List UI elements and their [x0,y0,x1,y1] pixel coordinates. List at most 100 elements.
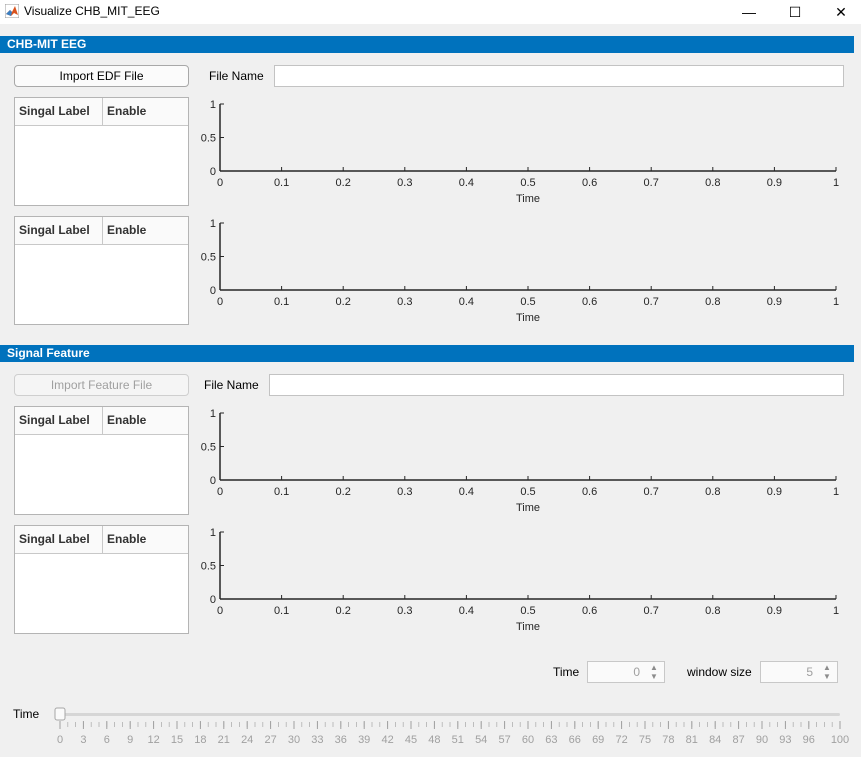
signal-table-2[interactable]: Singal Label Enable [14,216,189,325]
x-tick-label: 0.6 [582,177,597,189]
slider-tick-label: 78 [662,734,674,746]
slider-tick-label: 33 [311,734,323,746]
slider-thumb[interactable] [54,707,66,721]
slider-tick-label: 42 [381,734,393,746]
time-slider[interactable]: 0 3 6 9 12 15 18 21 24 27 30 33 36 39 42 45 48 51 54 57 60 63… [50,704,850,750]
y-tick-label: 0 [210,285,216,297]
slider-track [60,713,840,716]
slider-tick-label: 60 [522,734,534,746]
slider-tick-label: 84 [709,734,721,746]
x-tick-label: 0.4 [459,486,474,498]
x-tick-label: 0.1 [274,605,289,617]
x-tick-label: 0.7 [644,605,659,617]
x-tick-label: 0.6 [582,486,597,498]
file-name-label: File Name [204,378,259,392]
slider-tick-label: 75 [639,734,651,746]
slider-tick-label: 87 [732,734,744,746]
x-tick-label: 0.7 [644,296,659,308]
x-tick-label: 0.3 [397,486,412,498]
spinner-arrows-icon[interactable]: ▲ ▼ [648,663,660,682]
x-tick-label: 1 [833,296,839,308]
column-header-enable[interactable]: Enable [103,98,183,125]
x-tick-label: 1 [833,605,839,617]
x-tick-label: 0.1 [274,296,289,308]
x-tick-label: 0.8 [705,177,720,189]
minimize-icon: — [742,4,756,20]
y-tick-label: 0 [210,166,216,178]
import-edf-button[interactable]: Import EDF File [14,65,189,87]
x-tick-label: 0.7 [644,177,659,189]
x-tick-label: 0.8 [705,605,720,617]
slider-tick-label: 39 [358,734,370,746]
column-header-enable[interactable]: Enable [103,407,183,434]
column-header-signal-label[interactable]: Singal Label [15,526,103,553]
x-tick-label: 0.2 [336,177,351,189]
slider-tick-label: 51 [452,734,464,746]
x-tick-label: 0 [217,177,223,189]
axes-eeg-1[interactable]: 0 0.1 0.2 0.3 0.4 0.5 0.6 0.7 0.8 0.9 1 0 0.5 1 Time [190,96,850,211]
x-tick-label: 0.3 [397,605,412,617]
x-tick-label: 0 [217,486,223,498]
signal-table-1[interactable]: Singal Label Enable [14,97,189,206]
y-tick-label: 1 [210,527,216,539]
x-tick-label: 0.9 [767,177,782,189]
slider-tick-label: 100 [831,734,849,746]
x-tick-label: 0.3 [397,177,412,189]
x-tick-label: 0.2 [336,605,351,617]
edf-file-name-field[interactable] [274,65,844,87]
spinner-arrows-icon[interactable]: ▲ ▼ [821,663,833,682]
x-axis-label: Time [516,621,540,633]
slider-tick-label: 54 [475,734,487,746]
x-tick-label: 0 [217,605,223,617]
time-spinner-value[interactable]: 0 [633,665,640,679]
y-tick-label: 0 [210,475,216,487]
slider-tick-label: 12 [147,734,159,746]
time-spinner[interactable]: 0 ▲ ▼ [587,661,665,683]
window-size-value[interactable]: 5 [806,665,813,679]
slider-tick-label: 45 [405,734,417,746]
import-feature-button[interactable]: Import Feature File [14,374,189,396]
slider-tick-label: 30 [288,734,300,746]
slider-tick-label: 81 [686,734,698,746]
column-header-enable[interactable]: Enable [103,526,183,553]
column-header-enable[interactable]: Enable [103,217,183,244]
axes-feature-1[interactable]: 0 0.1 0.2 0.3 0.4 0.5 0.6 0.7 0.8 0.9 1 0 0.5 1 Time [190,405,850,520]
x-tick-label: 0.4 [459,177,474,189]
x-tick-label: 0.8 [705,296,720,308]
x-tick-label: 0.6 [582,605,597,617]
x-tick-label: 0.5 [520,605,535,617]
axes-eeg-2[interactable]: 0 0.1 0.2 0.3 0.4 0.5 0.6 0.7 0.8 0.9 1 0 0.5 1 Time [190,215,850,330]
slider-tick-label: 9 [127,734,133,746]
column-header-signal-label[interactable]: Singal Label [15,98,103,125]
x-tick-label: 1 [833,177,839,189]
column-header-signal-label[interactable]: Singal Label [15,217,103,244]
x-tick-label: 1 [833,486,839,498]
maximize-button[interactable]: ☐ [772,0,818,24]
feature-table-1[interactable]: Singal Label Enable [14,406,189,515]
x-tick-label: 0.1 [274,177,289,189]
close-button[interactable]: ✕ [818,0,861,24]
feature-file-name-field[interactable] [269,374,844,396]
x-tick-label: 0.5 [520,296,535,308]
slider-tick-label: 0 [57,734,63,746]
table-header: Singal Label Enable [15,217,188,245]
table-header: Singal Label Enable [15,526,188,554]
slider-tick-label: 27 [264,734,276,746]
x-tick-label: 0.4 [459,605,474,617]
y-tick-label: 0 [210,594,216,606]
slider-tick-label: 90 [756,734,768,746]
x-tick-label: 0.4 [459,296,474,308]
slider-tick-label: 57 [498,734,510,746]
x-axis-label: Time [516,312,540,324]
x-axis-label: Time [516,502,540,514]
feature-table-2[interactable]: Singal Label Enable [14,525,189,634]
matlab-app-icon [5,4,19,18]
maximize-icon: ☐ [788,3,802,20]
window-title: Visualize CHB_MIT_EEG [24,4,160,18]
x-tick-label: 0.9 [767,486,782,498]
y-tick-label: 1 [210,218,216,230]
column-header-signal-label[interactable]: Singal Label [15,407,103,434]
minimize-button[interactable]: — [726,0,772,24]
window-size-spinner[interactable]: 5 ▲ ▼ [760,661,838,683]
axes-feature-2[interactable]: 0 0.1 0.2 0.3 0.4 0.5 0.6 0.7 0.8 0.9 1 0 0.5 1 Time [190,524,850,639]
